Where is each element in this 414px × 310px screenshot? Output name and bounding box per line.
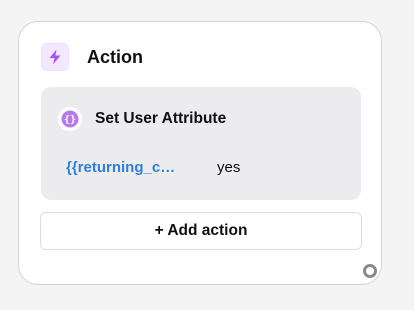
set-user-attribute-panel[interactable]: {} Set User Attribute {{returning_c… yes [41, 87, 361, 200]
attribute-value: yes [217, 159, 241, 176]
svg-text:{}: {} [64, 115, 76, 126]
set-user-attribute-header: {} Set User Attribute [58, 107, 226, 131]
attribute-action-title: Set User Attribute [95, 110, 227, 127]
attribute-key: {{returning_c… [66, 159, 176, 176]
node-title: Action [87, 46, 143, 67]
braces-icon: {} [58, 107, 82, 131]
lightning-bolt-icon [41, 43, 69, 71]
add-action-button[interactable]: + Add action [40, 212, 362, 250]
output-handle-icon[interactable] [363, 264, 377, 278]
action-node-header: Action [41, 42, 143, 72]
action-node-card[interactable]: Action {} Set User Attribute {{returning… [18, 21, 382, 285]
